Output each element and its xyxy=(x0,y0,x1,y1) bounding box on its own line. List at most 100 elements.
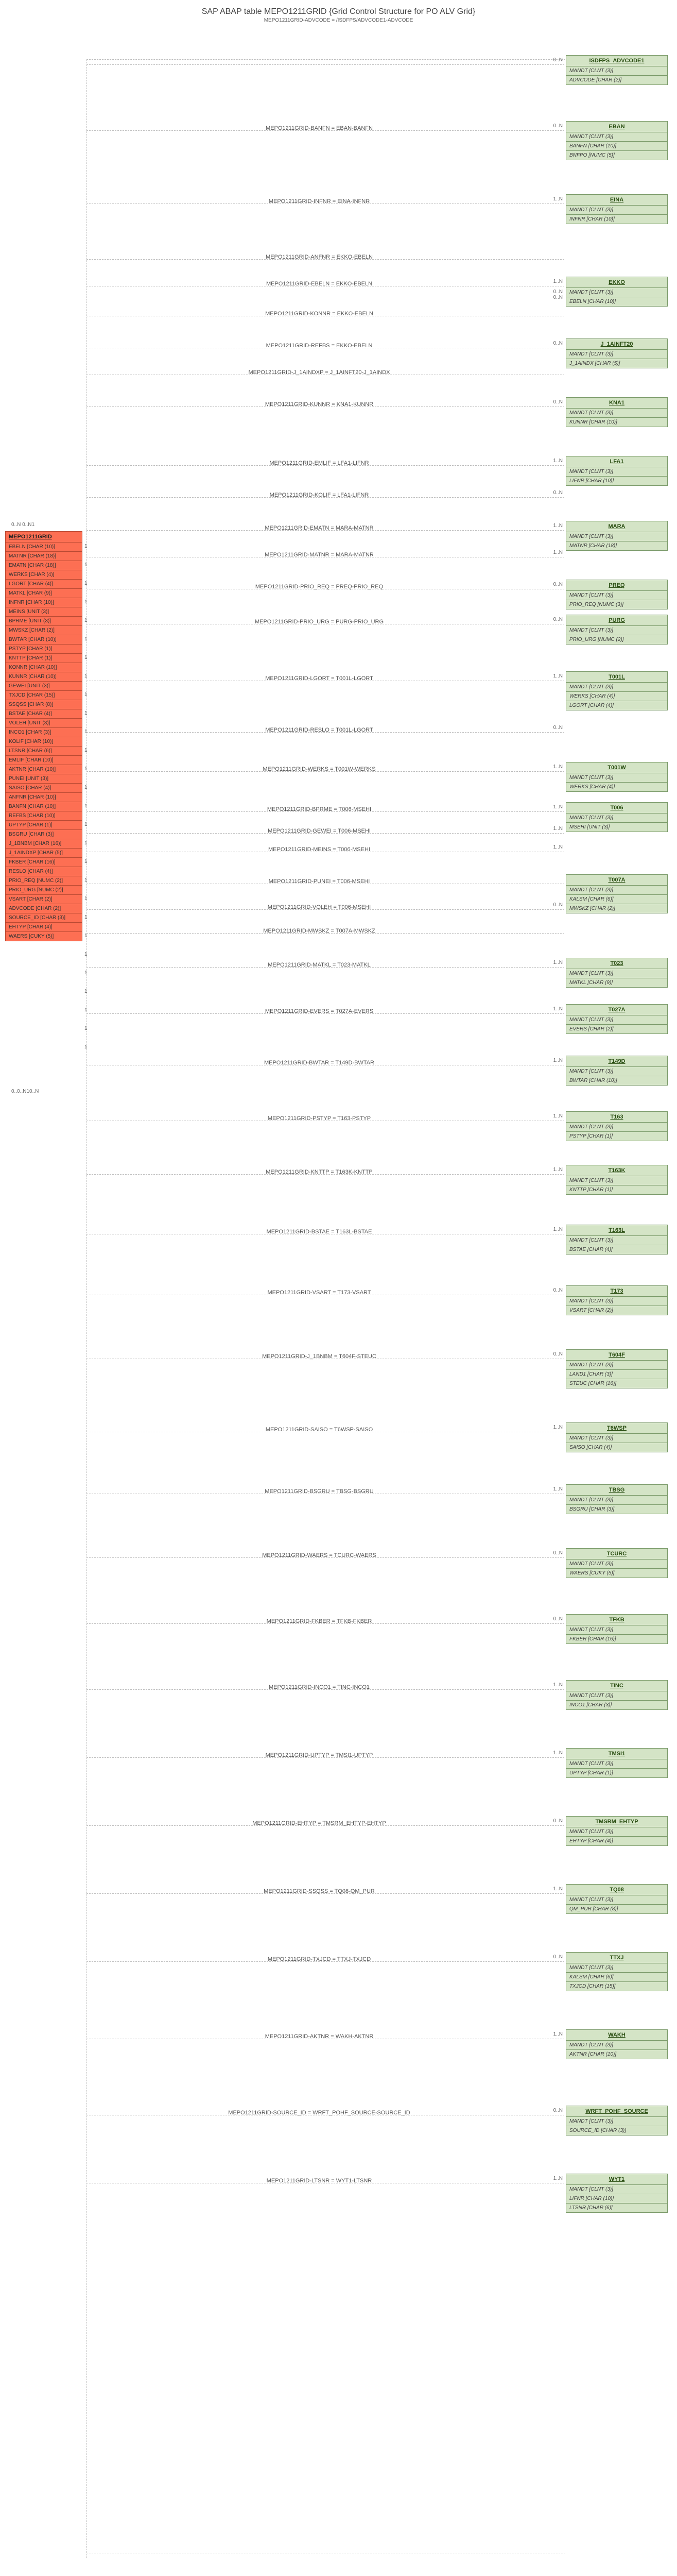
target-table-head[interactable]: WRFT_POHF_SOURCE xyxy=(566,2106,668,2117)
target-table-head[interactable]: TQ08 xyxy=(566,1884,668,1895)
target-field: KALSM [CHAR (6)] xyxy=(566,895,668,904)
target-table: T173MANDT [CLNT (3)]VSART [CHAR (2)] xyxy=(566,1285,668,1315)
target-field: MANDT [CLNT (3)] xyxy=(566,206,668,215)
cardinality-label: 1..N xyxy=(553,1886,563,1892)
target-table-head[interactable]: EINA xyxy=(566,194,668,206)
page-subtitle: MEPO1211GRID-ADVCODE = /ISDFPS/ADVCODE1-… xyxy=(0,18,677,23)
target-table-head[interactable]: T173 xyxy=(566,1285,668,1297)
target-table-head[interactable]: T163L xyxy=(566,1225,668,1236)
target-table-head[interactable]: TCURC xyxy=(566,1548,668,1560)
source-field: SOURCE_ID [CHAR (3)] xyxy=(5,913,82,923)
target-table-head[interactable]: T007A xyxy=(566,874,668,886)
target-table-head[interactable]: PURG xyxy=(566,615,668,626)
target-table-head[interactable]: MARA xyxy=(566,521,668,532)
target-table: T163LMANDT [CLNT (3)]BSTAE [CHAR (4)] xyxy=(566,1225,668,1255)
target-table-head[interactable]: WYT1 xyxy=(566,2174,668,2185)
target-table-head[interactable]: T027A xyxy=(566,1004,668,1015)
relation-label: MEPO1211GRID-LGORT = T001L-LGORT xyxy=(175,675,463,682)
cardinality-label: 1..N xyxy=(553,1486,563,1492)
target-field: BSTAE [CHAR (4)] xyxy=(566,1245,668,1255)
target-table-head[interactable]: T001L xyxy=(566,671,668,683)
source-table-head[interactable]: MEPO1211GRID xyxy=(5,531,82,543)
target-field: MANDT [CLNT (3)] xyxy=(566,1625,668,1635)
source-field: WERKS [CHAR (4)] xyxy=(5,570,82,580)
target-table-head[interactable]: T001W xyxy=(566,762,668,773)
source-field: VOLEH [UNIT (3)] xyxy=(5,719,82,728)
target-table-head[interactable]: T604F xyxy=(566,1349,668,1361)
target-table-head[interactable]: KNA1 xyxy=(566,397,668,409)
cardinality-label: 0..N xyxy=(553,1818,563,1824)
target-table-head[interactable]: ISDFPS_ADVCODE1 xyxy=(566,55,668,66)
target-field: QM_PUR [CHAR (8)] xyxy=(566,1905,668,1914)
target-field: EVERS [CHAR (2)] xyxy=(566,1025,668,1034)
cardinality-label: 1..N xyxy=(553,804,563,810)
connector-line xyxy=(86,59,565,60)
target-table-head[interactable]: T163 xyxy=(566,1111,668,1123)
target-field: BNFPO [NUMC (5)] xyxy=(566,151,668,160)
source-field: FKBER [CHAR (16)] xyxy=(5,858,82,867)
relation-label: MEPO1211GRID-UPTYP = TMSI1-UPTYP xyxy=(175,1752,463,1758)
target-table-head[interactable]: T163K xyxy=(566,1165,668,1176)
source-field: J_1BNBM [CHAR (16)] xyxy=(5,839,82,849)
relation-label: MEPO1211GRID-EBELN = EKKO-EBELN xyxy=(175,281,463,287)
multiplicity-one-marker: 1 xyxy=(84,989,88,994)
multiplicity-one-marker: 1 xyxy=(84,933,88,939)
target-table: T007AMANDT [CLNT (3)]KALSM [CHAR (6)]MWS… xyxy=(566,874,668,913)
cardinality-label: 1..N xyxy=(553,550,563,555)
cardinality-label: 0..N xyxy=(553,617,563,622)
cardinality-label: 1..N xyxy=(553,523,563,529)
target-table-head[interactable]: TINC xyxy=(566,1680,668,1691)
target-field: MANDT [CLNT (3)] xyxy=(566,1827,668,1837)
target-field: TXJCD [CHAR (15)] xyxy=(566,1982,668,1991)
multiplicity-one-marker: 1 xyxy=(84,1007,88,1013)
relation-label: MEPO1211GRID-TXJCD = TTXJ-TXJCD xyxy=(175,1956,463,1962)
relation-label: MEPO1211GRID-SAISO = T6WSP-SAISO xyxy=(175,1427,463,1433)
target-field: MANDT [CLNT (3)] xyxy=(566,683,668,692)
target-table: EINAMANDT [CLNT (3)]INFNR [CHAR (10)] xyxy=(566,194,668,224)
cardinality-label: 0..N xyxy=(553,2108,563,2113)
target-field: MANDT [CLNT (3)] xyxy=(566,1963,668,1973)
relation-label: MEPO1211GRID-MEINS = T006-MSEHI xyxy=(175,846,463,853)
target-table-head[interactable]: T6WSP xyxy=(566,1422,668,1434)
target-table-head[interactable]: EBAN xyxy=(566,121,668,132)
target-field: FKBER [CHAR (16)] xyxy=(566,1635,668,1644)
target-table-head[interactable]: TTXJ xyxy=(566,1952,668,1963)
target-table-head[interactable]: T023 xyxy=(566,958,668,969)
cardinality-label: 1..N xyxy=(553,1750,563,1756)
target-field: MANDT [CLNT (3)] xyxy=(566,626,668,635)
target-field: KALSM [CHAR (6)] xyxy=(566,1973,668,1982)
cardinality-label: 1..N xyxy=(553,844,563,850)
source-field: PRIO_URG [NUMC (2)] xyxy=(5,886,82,895)
target-table: J_1AINFT20MANDT [CLNT (3)]J_1AINDX [CHAR… xyxy=(566,338,668,368)
cardinality-label: 0..N xyxy=(553,902,563,908)
target-table-head[interactable]: PREQ xyxy=(566,580,668,591)
cardinality-label: 1..N xyxy=(553,1227,563,1232)
target-field: MANDT [CLNT (3)] xyxy=(566,1015,668,1025)
target-table-head[interactable]: J_1AINFT20 xyxy=(566,338,668,350)
target-table-head[interactable]: T149D xyxy=(566,1056,668,1067)
source-field: UPTYP [CHAR (1)] xyxy=(5,821,82,830)
multiplicity-one-marker: 1 xyxy=(84,785,88,790)
target-table-head[interactable]: TFKB xyxy=(566,1614,668,1625)
target-table-head[interactable]: LFA1 xyxy=(566,456,668,467)
cardinality-label: 1..N xyxy=(553,1425,563,1430)
target-table: T001LMANDT [CLNT (3)]WERKS [CHAR (4)]LGO… xyxy=(566,671,668,710)
target-field: MANDT [CLNT (3)] xyxy=(566,2185,668,2194)
cardinality-label: 0..N xyxy=(553,725,563,731)
target-field: MANDT [CLNT (3)] xyxy=(566,969,668,978)
target-table-head[interactable]: WAKH xyxy=(566,2029,668,2041)
target-field: BANFN [CHAR (10)] xyxy=(566,142,668,151)
target-table: LFA1MANDT [CLNT (3)]LIFNR [CHAR (10)] xyxy=(566,456,668,486)
relation-label: MEPO1211GRID-LTSNR = WYT1-LTSNR xyxy=(175,2178,463,2184)
target-table-head[interactable]: EKKO xyxy=(566,277,668,288)
target-table-head[interactable]: TBSG xyxy=(566,1484,668,1496)
source-field: WAERS [CUKY (5)] xyxy=(5,932,82,941)
target-table-head[interactable]: T006 xyxy=(566,802,668,814)
cardinality-label: 0..N xyxy=(553,1287,563,1293)
source-field: MWSKZ [CHAR (2)] xyxy=(5,626,82,635)
relation-label: MEPO1211GRID-PUNEI = T006-MSEHI xyxy=(175,878,463,885)
target-table-head[interactable]: TMSI1 xyxy=(566,1748,668,1759)
target-field: STEUC [CHAR (16)] xyxy=(566,1379,668,1388)
multiplicity-one-marker: 1 xyxy=(84,1044,88,1050)
target-table-head[interactable]: TMSRM_EHTYP xyxy=(566,1816,668,1827)
